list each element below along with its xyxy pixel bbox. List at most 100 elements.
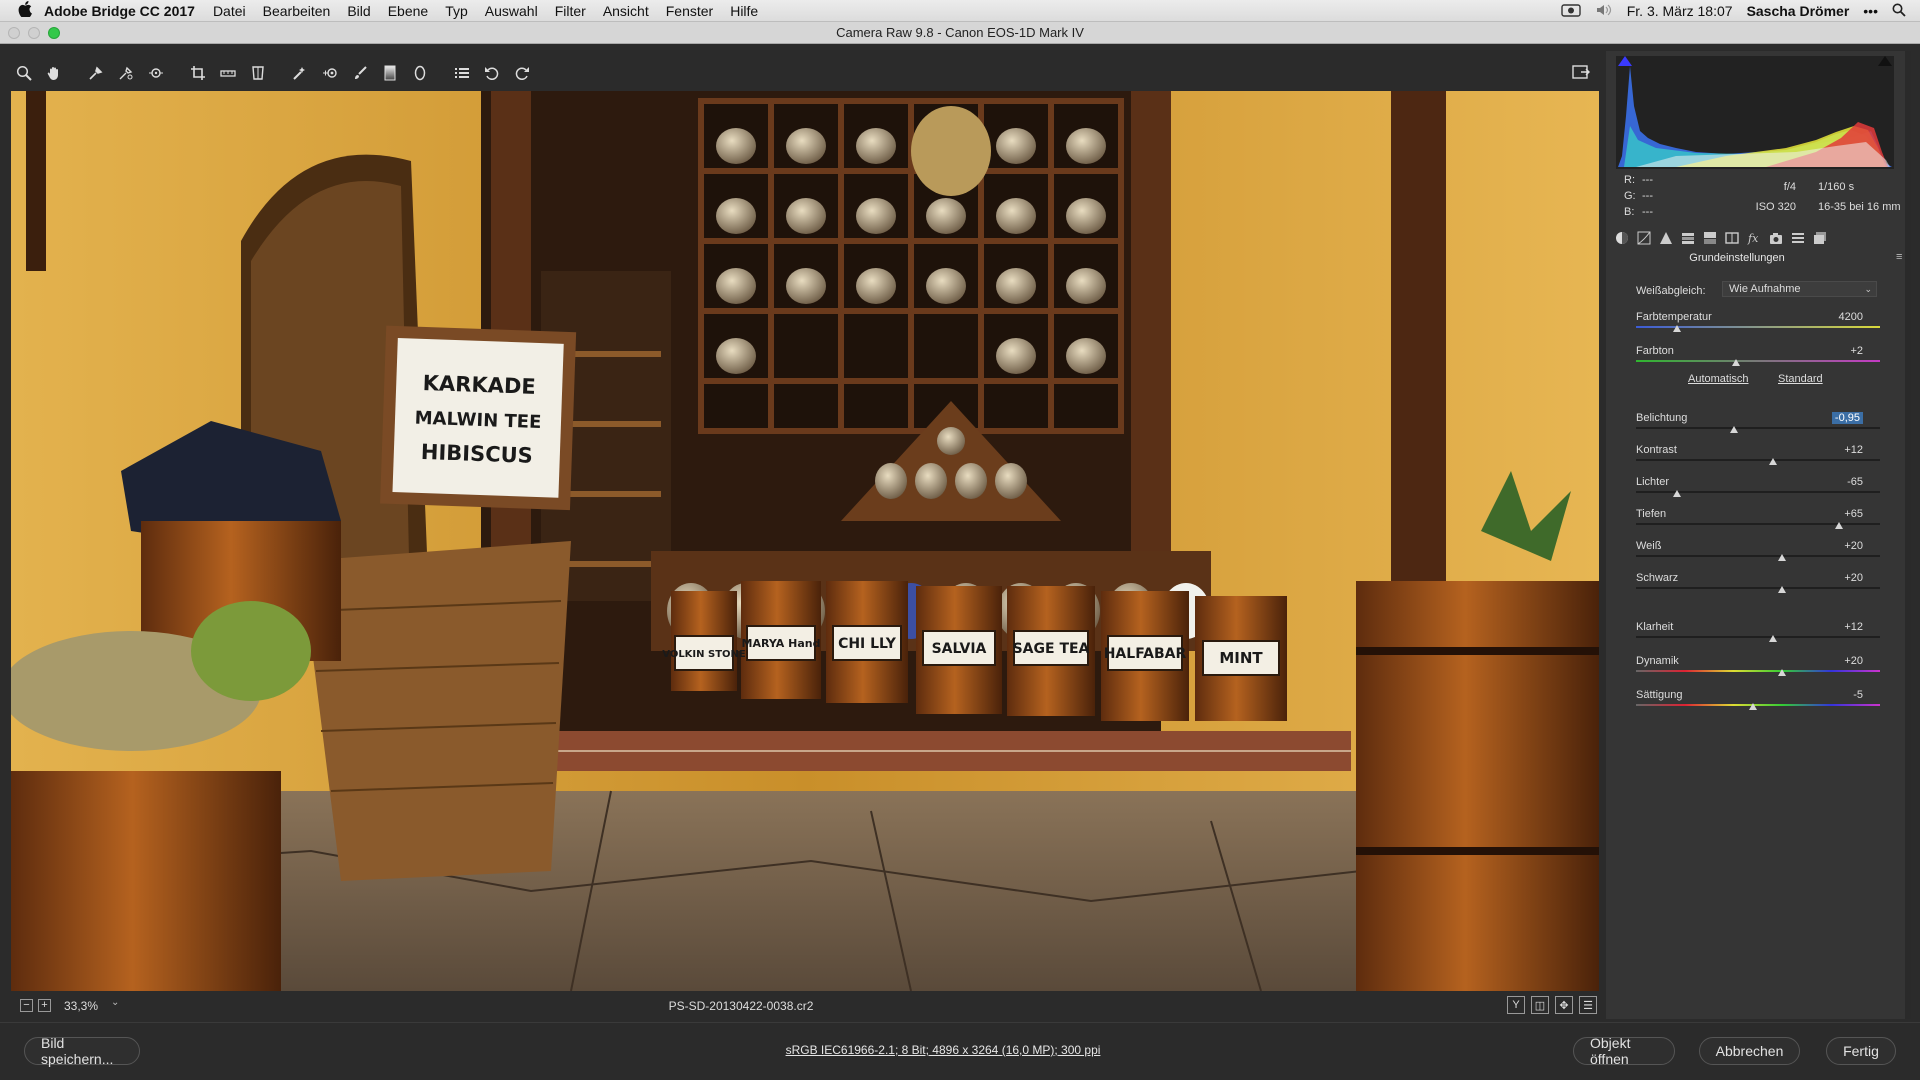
adjustment-brush-icon[interactable] xyxy=(348,61,372,85)
slider-shadows[interactable]: Tiefen +65 xyxy=(1636,508,1880,536)
slider-whites[interactable]: Weiß +20 xyxy=(1636,540,1880,568)
app-name-menu[interactable]: Adobe Bridge CC 2017 xyxy=(44,3,195,19)
rgb-readout: R: --- G: --- B: --- xyxy=(1624,174,1653,218)
default-link[interactable]: Standard xyxy=(1778,373,1823,385)
slider-saturation[interactable]: Sättigung -5 xyxy=(1636,689,1880,717)
red-eye-tool-icon[interactable] xyxy=(318,61,342,85)
barrel-label-2: MARYA Hand xyxy=(742,637,821,650)
barrel-label-5: SAGE TEA xyxy=(1013,641,1090,657)
panel-scrollbar[interactable] xyxy=(1905,51,1911,1019)
window-close-button[interactable] xyxy=(8,27,20,39)
white-balance-select[interactable]: Wie Aufnahme ⌄ xyxy=(1722,281,1877,297)
search-icon[interactable] xyxy=(1892,3,1906,20)
menu-typ[interactable]: Typ xyxy=(445,3,468,19)
presets-tab-icon[interactable] xyxy=(1790,230,1806,246)
slider-exposure[interactable]: Belichtung -0,95 xyxy=(1636,412,1880,440)
full-screen-toggle-icon[interactable] xyxy=(1568,60,1594,84)
hand-tool-icon[interactable] xyxy=(42,61,66,85)
slider-blacks[interactable]: Schwarz +20 xyxy=(1636,572,1880,600)
swap-settings-icon[interactable]: ◫ xyxy=(1531,996,1549,1014)
window-zoom-button[interactable] xyxy=(48,27,60,39)
slider-thumb[interactable] xyxy=(1768,458,1777,465)
shadow-clipping-icon[interactable] xyxy=(1618,56,1632,66)
basic-tab-icon[interactable] xyxy=(1614,230,1630,246)
slider-thumb[interactable] xyxy=(1732,359,1741,366)
more-icon[interactable]: ••• xyxy=(1863,3,1878,19)
slider-thumb[interactable] xyxy=(1673,490,1682,497)
slider-thumb[interactable] xyxy=(1749,703,1758,710)
preferences-icon[interactable] xyxy=(450,61,474,85)
window-minimize-button[interactable] xyxy=(28,27,40,39)
clock[interactable]: Fr. 3. März 18:07 xyxy=(1627,3,1733,19)
done-button[interactable]: Fertig xyxy=(1826,1037,1896,1065)
slider-clarity[interactable]: Klarheit +12 xyxy=(1636,621,1880,649)
image-preview[interactable]: KARKADE MALWIN TEE HIBISCUS VOLKIN STONE… xyxy=(11,91,1599,991)
menu-bild[interactable]: Bild xyxy=(347,3,370,19)
rotate-right-icon[interactable] xyxy=(510,61,534,85)
slider-highlights[interactable]: Lichter -65 xyxy=(1636,476,1880,504)
spot-removal-tool-icon[interactable] xyxy=(288,61,312,85)
toggle-settings-icon[interactable]: ☰ xyxy=(1579,996,1597,1014)
slider-thumb[interactable] xyxy=(1778,554,1787,561)
targeted-adjustment-tool-icon[interactable] xyxy=(144,61,168,85)
snapshots-tab-icon[interactable] xyxy=(1812,230,1828,246)
menu-filter[interactable]: Filter xyxy=(555,3,586,19)
color-sampler-tool-icon[interactable] xyxy=(114,61,138,85)
auto-link[interactable]: Automatisch xyxy=(1688,373,1749,385)
split-toning-tab-icon[interactable] xyxy=(1702,230,1718,246)
slider-thumb[interactable] xyxy=(1834,522,1843,529)
apple-menu-icon[interactable] xyxy=(18,0,44,21)
aperture: f/4 xyxy=(1783,181,1796,193)
hsl-tab-icon[interactable] xyxy=(1680,230,1696,246)
straighten-tool-icon[interactable] xyxy=(216,61,240,85)
radial-filter-icon[interactable] xyxy=(408,61,432,85)
graduated-filter-icon[interactable] xyxy=(378,61,402,85)
slider-vibrance[interactable]: Dynamik +20 xyxy=(1636,655,1880,683)
svg-text:fx: fx xyxy=(1747,232,1759,245)
before-after-icon[interactable]: Y xyxy=(1507,996,1525,1014)
user-name[interactable]: Sascha Drömer xyxy=(1747,3,1850,19)
section-title: Grundeinstellungen xyxy=(1689,252,1785,264)
volume-icon[interactable] xyxy=(1595,3,1613,20)
exposure-value-field[interactable]: -0,95 xyxy=(1831,412,1863,424)
slider-thumb[interactable] xyxy=(1778,586,1787,593)
menu-hilfe[interactable]: Hilfe xyxy=(730,3,758,19)
open-object-button[interactable]: Objekt öffnen xyxy=(1573,1035,1675,1067)
lens: 16-35 bei 16 mm xyxy=(1818,201,1901,213)
slider-thumb[interactable] xyxy=(1778,669,1787,676)
barrel-label-7: MINT xyxy=(1219,649,1263,667)
tool-bar xyxy=(12,60,534,86)
menu-auswahl[interactable]: Auswahl xyxy=(485,3,538,19)
white-balance-tool-icon[interactable] xyxy=(84,61,108,85)
chevron-down-icon: ⌄ xyxy=(1864,284,1872,294)
slider-thumb[interactable] xyxy=(1729,426,1738,433)
histogram xyxy=(1616,56,1894,169)
menu-datei[interactable]: Datei xyxy=(213,3,246,19)
tone-curve-tab-icon[interactable] xyxy=(1636,230,1652,246)
filename: PS-SD-20130422-0038.cr2 xyxy=(668,999,814,1013)
camera-calibration-tab-icon[interactable] xyxy=(1768,230,1784,246)
menu-ebene[interactable]: Ebene xyxy=(388,3,428,19)
section-menu-icon[interactable]: ≡ xyxy=(1896,251,1902,263)
copy-settings-icon[interactable]: ✥ xyxy=(1555,996,1573,1014)
menu-ansicht[interactable]: Ansicht xyxy=(603,3,649,19)
screen-record-icon[interactable] xyxy=(1561,3,1581,20)
rotate-left-icon[interactable] xyxy=(480,61,504,85)
barrel-label-1: VOLKIN STONE xyxy=(662,649,746,660)
slider-thumb[interactable] xyxy=(1768,635,1777,642)
slider-tint[interactable]: Farbton +2 xyxy=(1636,345,1880,373)
menu-bearbeiten[interactable]: Bearbeiten xyxy=(263,3,331,19)
highlight-clipping-icon[interactable] xyxy=(1878,56,1892,66)
menu-fenster[interactable]: Fenster xyxy=(666,3,713,19)
lens-corrections-tab-icon[interactable] xyxy=(1724,230,1740,246)
slider-temperature[interactable]: Farbtemperatur 4200 xyxy=(1636,311,1880,339)
effects-tab-icon[interactable]: fx xyxy=(1746,230,1762,246)
transform-tool-icon[interactable] xyxy=(246,61,270,85)
cancel-button[interactable]: Abbrechen xyxy=(1699,1037,1800,1065)
iso: ISO 320 xyxy=(1755,201,1796,213)
slider-contrast[interactable]: Kontrast +12 xyxy=(1636,444,1880,472)
slider-thumb[interactable] xyxy=(1673,325,1682,332)
crop-tool-icon[interactable] xyxy=(186,61,210,85)
zoom-tool-icon[interactable] xyxy=(12,61,36,85)
detail-tab-icon[interactable] xyxy=(1658,230,1674,246)
